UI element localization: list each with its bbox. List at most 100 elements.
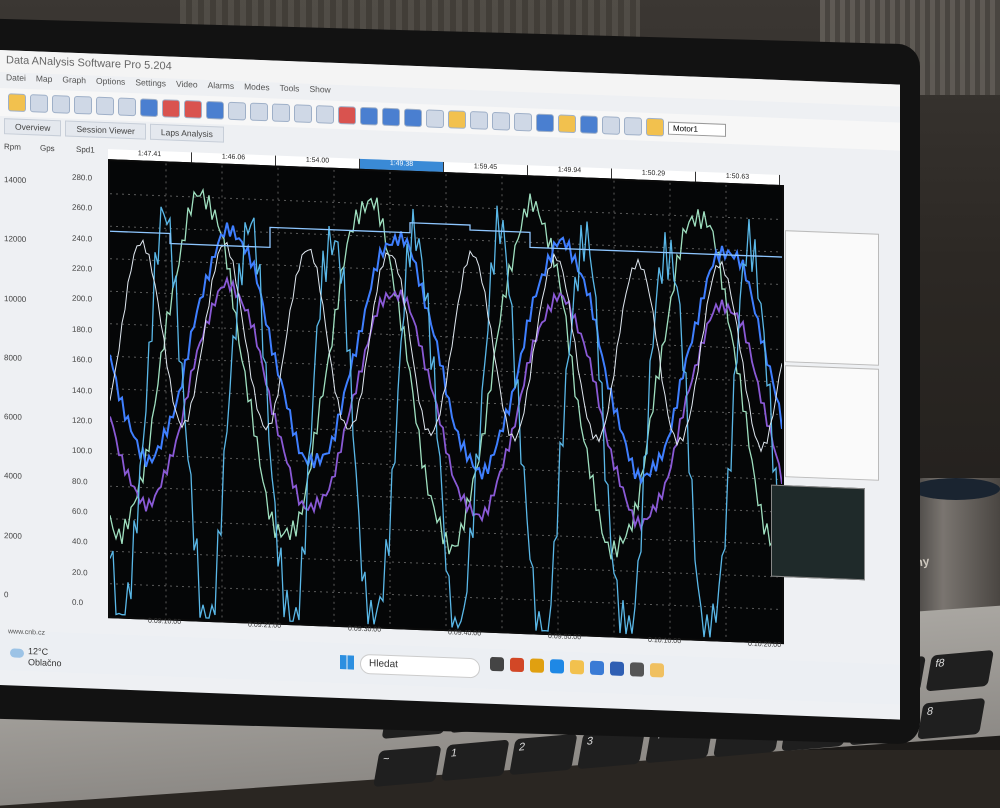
map-icon[interactable]: [228, 101, 246, 121]
axis-tick: 160.0: [72, 354, 93, 365]
prev-icon[interactable]: [536, 113, 554, 133]
window3-icon[interactable]: [404, 108, 422, 128]
bell-icon[interactable]: [448, 110, 466, 129]
axis-tick: 4000: [4, 471, 22, 482]
task-view-icon[interactable]: [490, 656, 504, 672]
gps-axis-header: Gps: [40, 143, 55, 154]
axis-tick: 8000: [4, 352, 22, 363]
edge-icon[interactable]: [550, 659, 564, 674]
print-icon[interactable]: [624, 116, 642, 136]
axis-tick: 80.0: [72, 476, 88, 486]
chrome-icon[interactable]: [530, 658, 544, 673]
laptop-screen: Data ANalysis Software Pro 5.204 Datei Ma…: [0, 50, 900, 720]
axis-tick: 6000: [4, 412, 22, 422]
zoom-fit-icon[interactable]: [118, 97, 136, 117]
spd-axis-header: Spd1: [76, 144, 95, 155]
axis-tick: 180.0: [72, 324, 93, 335]
axis-tick: 20.0: [72, 567, 88, 578]
menu-item[interactable]: Alarms: [208, 80, 234, 97]
axis-tick: 140.0: [72, 385, 93, 396]
alarm-icon[interactable]: [184, 100, 202, 119]
axis-tick: 120.0: [72, 415, 93, 426]
powerpoint-icon[interactable]: [510, 657, 524, 673]
cursor-mode-icon[interactable]: [426, 109, 444, 129]
layout-icon[interactable]: [272, 103, 290, 123]
tool2-icon[interactable]: [492, 111, 510, 131]
axis-tick: 2000: [4, 530, 22, 541]
comment-icon[interactable]: [250, 102, 268, 122]
grid-line: [110, 583, 782, 611]
channel-legend-panel[interactable]: [785, 230, 879, 366]
values-panel[interactable]: [785, 365, 879, 481]
weather-widget[interactable]: 12°C Oblačno: [28, 646, 62, 669]
cloud-icon: [10, 648, 24, 658]
move-icon[interactable]: [52, 94, 70, 114]
telemetry-chart: [109, 163, 783, 640]
find-icon[interactable]: [338, 105, 356, 125]
cursor-icon[interactable]: [30, 94, 48, 113]
axis-tick: 40.0: [72, 537, 88, 547]
folder-icon[interactable]: [8, 93, 26, 112]
status-url: www.cnb.cz: [8, 628, 45, 637]
axis-tick: 100.0: [72, 445, 93, 456]
keyboard-key: 8: [917, 697, 986, 740]
next-icon[interactable]: [580, 115, 598, 134]
tool1-icon[interactable]: [470, 111, 488, 130]
time-tick: 0:09:50.00: [548, 633, 582, 642]
axis-tick: 220.0: [72, 263, 93, 274]
lock-icon[interactable]: [646, 117, 664, 137]
chart-icon[interactable]: [140, 98, 158, 118]
measure-icon[interactable]: [316, 105, 334, 124]
menu-item[interactable]: Map: [36, 73, 53, 90]
menu-item[interactable]: Tools: [280, 83, 300, 100]
menu-item[interactable]: Datei: [6, 72, 26, 89]
axis-tick: 10000: [4, 293, 27, 304]
time-tick: 0:10:20.00: [748, 640, 782, 650]
axis-tick: 240.0: [72, 233, 93, 244]
tab-2[interactable]: Laps Analysis: [149, 123, 224, 143]
time-tick: 0:10:10.00: [648, 636, 682, 646]
motor-select[interactable]: Motor1: [668, 121, 726, 137]
app-icon[interactable]: [630, 662, 644, 677]
keyboard-key: f8: [925, 649, 994, 692]
help-icon[interactable]: [558, 114, 576, 134]
axis-tick: 200.0: [72, 294, 93, 304]
menu-item[interactable]: Modes: [244, 81, 270, 98]
menu-item[interactable]: Settings: [135, 77, 166, 94]
keyboard-key: 1: [441, 739, 510, 782]
menu-item[interactable]: Graph: [62, 74, 86, 91]
time-tick: 0:09:21.00: [248, 621, 282, 630]
mail-icon[interactable]: [590, 660, 604, 676]
axis-tick: 0.0: [72, 597, 84, 608]
time-tick: 0:09:40.00: [448, 629, 482, 638]
rpm-axis-header: Rpm: [4, 142, 21, 152]
weather-desc: Oblačno: [28, 657, 62, 669]
windows-start-icon[interactable]: [340, 655, 354, 670]
track-minimap[interactable]: [771, 484, 865, 581]
explorer-icon[interactable]: [570, 659, 584, 675]
menu-item[interactable]: Options: [96, 76, 125, 93]
window2-icon[interactable]: [382, 107, 400, 127]
mug-rim: [912, 478, 1000, 500]
axis-tick: 0: [4, 590, 9, 600]
telemetry-plot[interactable]: [108, 159, 784, 645]
tab-0[interactable]: Overview: [4, 118, 62, 137]
zoom-out-icon[interactable]: [96, 96, 114, 116]
menu-item[interactable]: Video: [176, 79, 198, 96]
layout2-icon[interactable]: [294, 104, 312, 123]
window1-icon[interactable]: [360, 106, 378, 126]
flag-icon[interactable]: [162, 99, 180, 118]
page-icon[interactable]: [602, 116, 620, 135]
grid-icon[interactable]: [206, 100, 224, 120]
app2-icon[interactable]: [650, 662, 664, 678]
time-tick: 0:09:10.00: [148, 617, 182, 626]
tool3-icon[interactable]: [514, 112, 532, 132]
axis-tick: 260.0: [72, 203, 93, 213]
tab-1[interactable]: Session Viewer: [65, 120, 146, 140]
time-tick: 0:09:30.00: [348, 625, 382, 634]
axis-tick: 60.0: [72, 506, 88, 517]
outlook-icon[interactable]: [610, 661, 624, 676]
menu-item[interactable]: Show: [309, 84, 330, 101]
zoom-in-icon[interactable]: [74, 95, 92, 115]
axis-tick: 280.0: [72, 172, 93, 183]
